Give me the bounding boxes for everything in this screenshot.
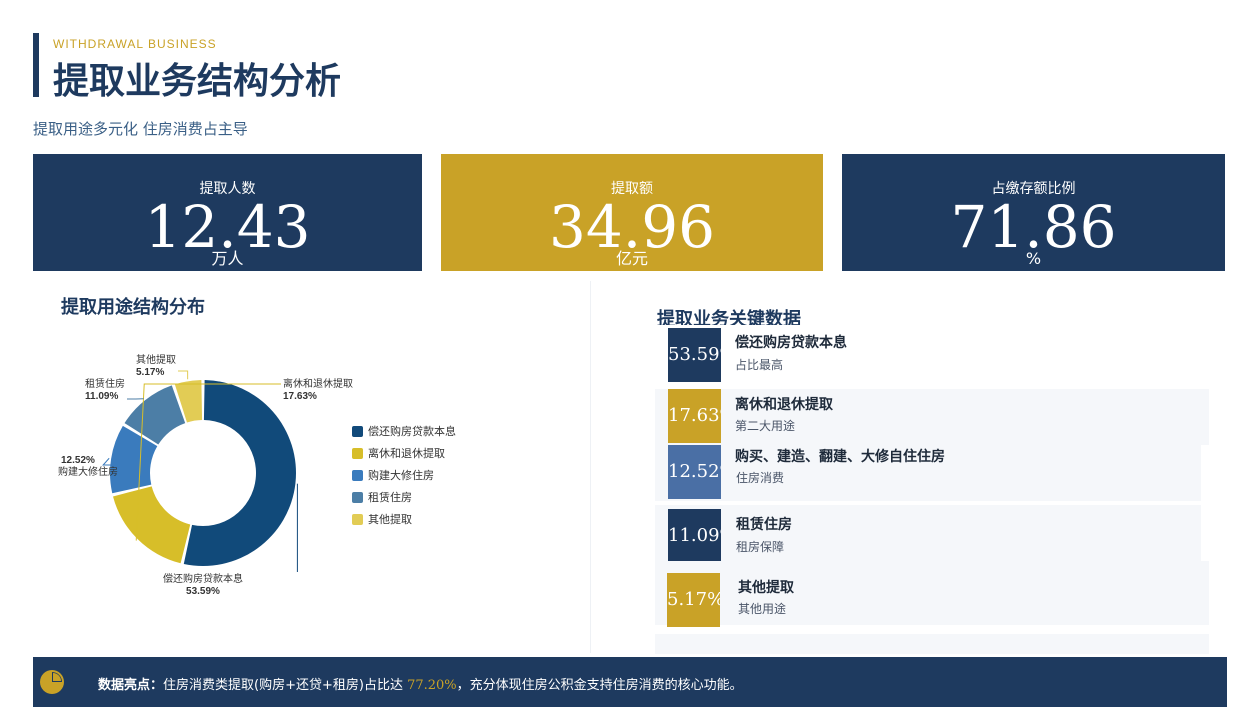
legend-swatch [352, 425, 363, 437]
slice-label-name: 偿还购房贷款本息 [163, 572, 243, 585]
key-data-title: 其他提取 [738, 580, 794, 596]
legend-label: 租赁住房 [368, 492, 412, 504]
key-data-sub: 第二大用途 [735, 419, 796, 433]
panel-divider [590, 281, 591, 653]
eyebrow-label: WITHDRAWAL BUSINESS [53, 37, 217, 51]
legend-label: 偿还购房贷款本息 [368, 426, 456, 438]
legend-swatch [352, 491, 363, 503]
legend-swatch [352, 447, 363, 459]
legend-item: 租赁住房 [352, 486, 456, 508]
title-accent-bar [33, 33, 39, 97]
kpi-unit: 万人 [211, 249, 244, 268]
slice-label-name: 租赁住房 [85, 377, 125, 390]
kpi-card-people: 提取人数 12.43 万人 [33, 154, 422, 271]
key-data-sub: 住房消费 [736, 471, 785, 485]
legend-item: 离休和退休提取 [352, 442, 456, 464]
key-data-badge: 53.59% [668, 328, 721, 382]
slice-label-name: 其他提取 [136, 353, 176, 366]
key-data-title: 租赁住房 [736, 517, 792, 533]
key-data-card: 12.52% 购买、建造、翻建、大修自住住房 住房消费 [655, 445, 1201, 501]
slice-label-value: 5.17% [136, 367, 164, 378]
key-data-title: 购买、建造、翻建、大修自住住房 [735, 449, 945, 465]
key-data-sub: 占比最高 [735, 358, 784, 372]
footer-text-after: ，充分体现住房公积金支持住房消费的核心功能。 [456, 678, 743, 693]
legend-item: 偿还购房贷款本息 [352, 420, 456, 442]
key-data-card: 17.63% 离休和退休提取 第二大用途 [655, 389, 1209, 445]
key-data-sub: 其他用途 [738, 602, 787, 616]
slice-label-value: 17.63% [283, 391, 317, 402]
slice-label-value: 12.52% [61, 455, 95, 466]
donut-slice [113, 486, 191, 564]
highlight-footer: 数据亮点：住房消费类提取(购房+还贷+租房)占比达 77.20%，充分体现住房公… [33, 657, 1227, 707]
key-data-badge: 12.52% [668, 445, 721, 499]
pie-chart-icon [40, 670, 64, 694]
kpi-card-ratio: 占缴存额比例 71.86 % [842, 154, 1225, 271]
legend-label: 其他提取 [368, 514, 412, 526]
key-data-title: 离休和退休提取 [735, 397, 833, 413]
legend-item: 购建大修住房 [352, 464, 456, 486]
legend-item: 其他提取 [352, 508, 456, 530]
slice-label-name: 购建大修住房 [58, 465, 118, 478]
legend-swatch [352, 469, 363, 481]
footer-lead: 数据亮点： [98, 678, 164, 693]
structure-section-title: 提取用途结构分布 [61, 297, 205, 318]
key-data-card: 53.59% 偿还购房贷款本息 占比最高 [655, 325, 1209, 383]
kpi-card-amount: 提取额 34.96 亿元 [441, 154, 823, 271]
footer-text: 数据亮点：住房消费类提取(购房+还贷+租房)占比达 77.20%，充分体现住房公… [98, 674, 743, 693]
key-data-badge: 11.09% [668, 509, 721, 563]
key-data-card-placeholder [655, 634, 1209, 654]
key-data-card: 11.09% 租赁住房 租房保障 [655, 505, 1201, 563]
key-data-card: 5.17% 其他提取 其他用途 [655, 561, 1209, 627]
slice-label-value: 53.59% [186, 586, 220, 597]
legend-swatch [352, 513, 363, 525]
key-data-badge: 17.63% [668, 389, 721, 443]
legend-label: 离休和退休提取 [368, 448, 445, 460]
page-subtitle: 提取用途多元化 住房消费占主导 [33, 120, 248, 138]
slice-label-name: 离休和退休提取 [283, 377, 353, 390]
key-data-badge: 5.17% [667, 573, 720, 627]
legend-label: 购建大修住房 [368, 470, 434, 482]
slice-leader-line [178, 370, 189, 380]
page-title: 提取业务结构分析 [53, 60, 342, 102]
kpi-unit: % [1025, 249, 1042, 268]
slice-label-value: 11.09% [85, 391, 118, 402]
key-data-title: 偿还购房贷款本息 [735, 335, 847, 351]
donut-chart: 偿还购房贷款本息53.59% 离休和退休提取17.63% 12.52%购建大修住房 租… [58, 353, 353, 597]
footer-highlight: 77.20% [407, 678, 457, 693]
chart-legend: 偿还购房贷款本息 离休和退休提取 购建大修住房 租赁住房 其他提取 [352, 420, 456, 530]
footer-text-before: 住房消费类提取(购房+还贷+租房)占比达 [163, 678, 408, 693]
kpi-unit: 亿元 [615, 249, 648, 268]
key-data-sub: 租房保障 [736, 540, 785, 554]
